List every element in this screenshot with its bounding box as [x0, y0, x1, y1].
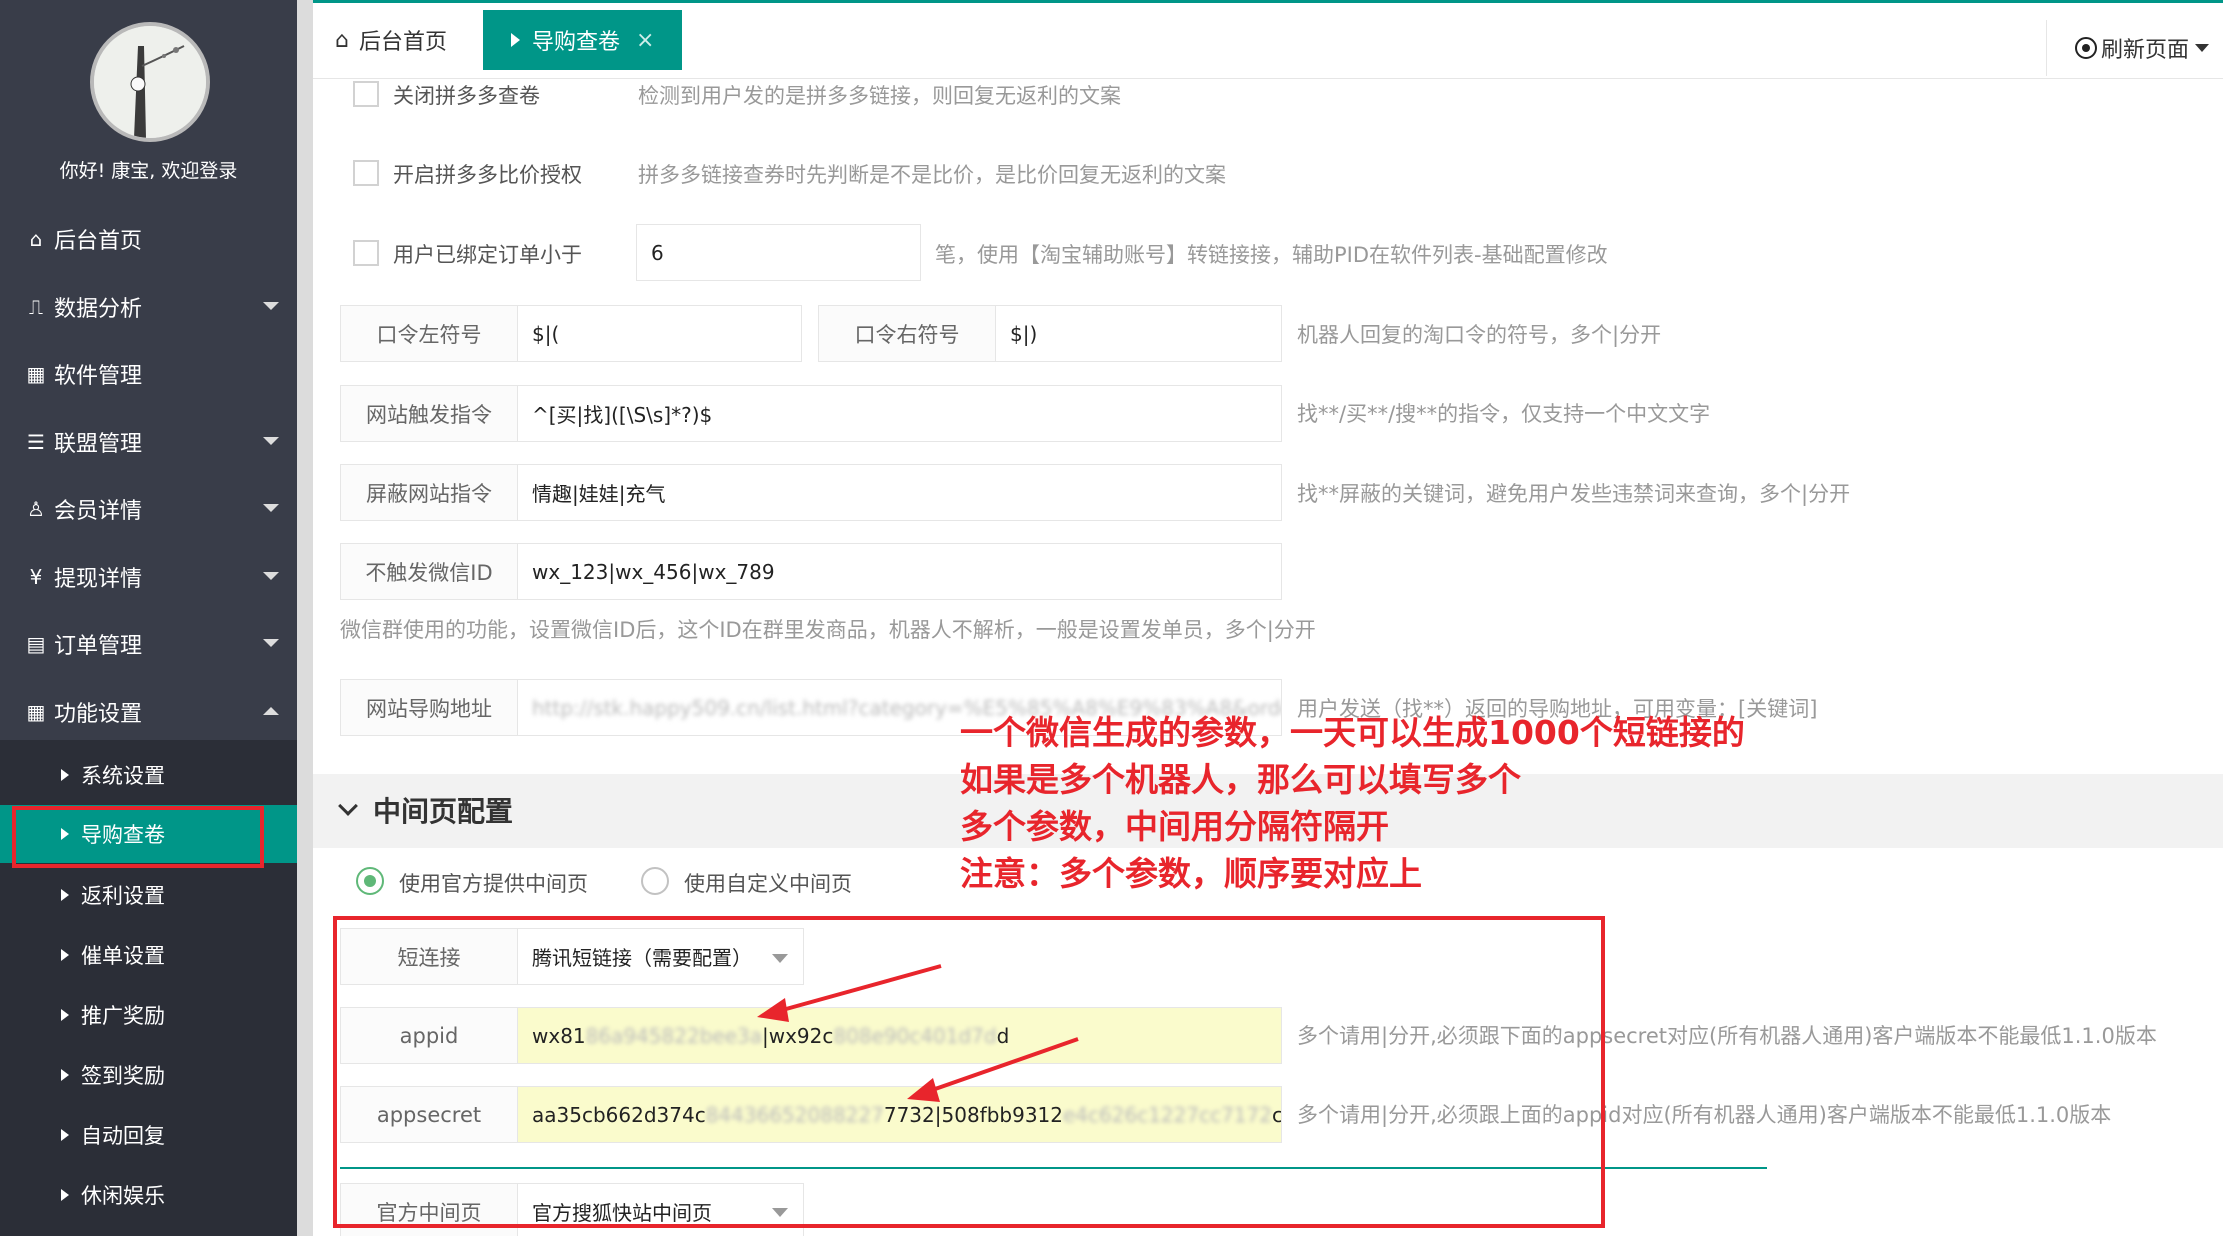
- sidebar-item-members[interactable]: ♙ 会员详情: [0, 475, 297, 542]
- submenu-item-label: 系统设置: [81, 764, 165, 788]
- sidebar: 你好! 康宝, 欢迎登录 ⌂ 后台首页 ⎍ 数据分析 ▦ 软件管理 ☰ 联盟管理…: [0, 0, 297, 1236]
- sidebar-item-withdraw[interactable]: ¥ 提现详情: [0, 543, 297, 610]
- chevron-down-icon: [263, 437, 279, 445]
- submenu-item-label: 签到奖励: [81, 1064, 165, 1088]
- caret-right-icon: [511, 33, 520, 47]
- sidebar-item-label: 数据分析: [54, 296, 143, 322]
- sidebar-item-home[interactable]: ⌂ 后台首页: [0, 205, 297, 272]
- chevron-down-icon: [263, 572, 279, 580]
- sidebar-item-analytics[interactable]: ⎍ 数据分析: [0, 273, 297, 340]
- tab-label: 后台首页: [358, 30, 447, 55]
- submenu-item-checkin[interactable]: 签到奖励: [0, 1046, 297, 1104]
- arrow-head-icon: [757, 998, 789, 1022]
- sidebar-item-label: 提现详情: [54, 566, 143, 592]
- sidebar-item-label: 联盟管理: [54, 431, 143, 457]
- sidebar-item-label: 后台首页: [54, 228, 143, 254]
- arrow-head-icon: [907, 1078, 940, 1102]
- analytics-icon: ⎍: [29, 294, 43, 319]
- home-icon: ⌂: [29, 226, 43, 251]
- accent-line: [313, 0, 2223, 3]
- submenu-item-system[interactable]: 系统设置: [0, 746, 297, 804]
- submenu-item-label: 推广奖励: [81, 1004, 165, 1028]
- yen-icon: ¥: [29, 564, 43, 589]
- chevron-down-icon: [263, 504, 279, 512]
- chevron-down-icon: [2195, 44, 2210, 52]
- caret-right-icon: [61, 1129, 69, 1141]
- grid-icon: ▦: [26, 361, 46, 386]
- sidebar-divider: [297, 0, 313, 1236]
- submenu-item-label: 催单设置: [81, 944, 165, 968]
- sidebar-item-label: 会员详情: [54, 498, 143, 524]
- table-icon: ▤: [26, 631, 46, 656]
- submenu-item-promotion[interactable]: 推广奖励: [0, 986, 297, 1044]
- submenu-item-label: 自动回复: [81, 1124, 165, 1148]
- refresh-button[interactable]: 刷新页面: [2046, 20, 2223, 76]
- sidebar-item-label: 订单管理: [54, 633, 143, 659]
- main-content: 关闭拼多多查卷 检测到用户发的是拼多多链接，则回复无返利的文案 开启拼多多比价授…: [313, 78, 2223, 1236]
- tab-label: 导购查卷: [532, 30, 621, 55]
- sidebar-item-alliance[interactable]: ☰ 联盟管理: [0, 408, 297, 475]
- sidebar-item-features[interactable]: ▦ 功能设置: [0, 678, 297, 745]
- submenu-item-label: 返利设置: [81, 884, 165, 908]
- user-icon: ♙: [27, 496, 45, 521]
- caret-right-icon: [61, 1009, 69, 1021]
- radio-dot-icon: [2075, 37, 2097, 59]
- tab-guide[interactable]: 导购查卷 ×: [483, 10, 682, 70]
- submenu-item-reminder[interactable]: 催单设置: [0, 926, 297, 984]
- submenu-item-autoreply[interactable]: 自动回复: [0, 1106, 297, 1164]
- chevron-down-icon: [263, 639, 279, 647]
- sidebar-item-orders[interactable]: ▤ 订单管理: [0, 610, 297, 677]
- submenu-item-leisure[interactable]: 休闲娱乐: [0, 1166, 297, 1224]
- list-icon: ☰: [27, 429, 45, 454]
- chevron-down-icon: [263, 302, 279, 310]
- settings-grid-icon: ▦: [26, 699, 46, 724]
- close-icon[interactable]: ×: [636, 28, 654, 53]
- tab-home[interactable]: ⌂ 后台首页: [335, 10, 447, 70]
- caret-right-icon: [61, 1069, 69, 1081]
- annotation-highlight-box: [12, 806, 264, 868]
- avatar[interactable]: [90, 22, 210, 142]
- arrow-to-appid: [767, 964, 942, 1016]
- refresh-label: 刷新页面: [2101, 38, 2190, 63]
- submenu-item-label: 休闲娱乐: [81, 1184, 165, 1208]
- caret-right-icon: [61, 1189, 69, 1201]
- caret-right-icon: [61, 889, 69, 901]
- caret-right-icon: [61, 949, 69, 961]
- sidebar-item-label: 软件管理: [54, 363, 143, 389]
- tab-bar: ⌂ 后台首页 导购查卷 × 刷新页面: [313, 0, 2223, 79]
- caret-right-icon: [61, 769, 69, 781]
- welcome-text: 你好! 康宝, 欢迎登录: [59, 160, 238, 182]
- annotation-arrows: [757, 964, 1079, 1102]
- arrow-to-appsecret: [917, 1037, 1079, 1097]
- chevron-up-icon: [263, 707, 279, 715]
- submenu-item-rebate[interactable]: 返利设置: [0, 866, 297, 924]
- sidebar-item-software[interactable]: ▦ 软件管理: [0, 340, 297, 407]
- home-icon: ⌂: [335, 27, 349, 53]
- sidebar-item-label: 功能设置: [54, 701, 143, 727]
